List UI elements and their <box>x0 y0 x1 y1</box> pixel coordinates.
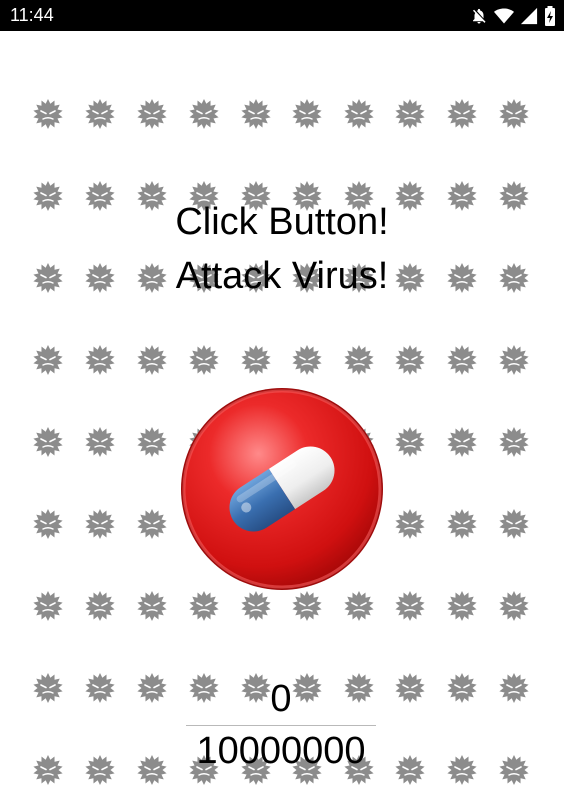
virus-icon <box>343 590 375 622</box>
virus-icon <box>240 590 272 622</box>
virus-icon <box>32 344 64 376</box>
virus-icon <box>136 508 168 540</box>
virus-icon <box>446 98 478 130</box>
virus-icon <box>446 590 478 622</box>
virus-icon <box>240 98 272 130</box>
virus-icon <box>394 590 426 622</box>
status-time: 11:44 <box>10 5 54 25</box>
virus-icon <box>136 98 168 130</box>
virus-icon <box>446 344 478 376</box>
virus-icon <box>343 98 375 130</box>
virus-icon <box>291 590 323 622</box>
virus-icon <box>188 590 220 622</box>
virus-icon <box>84 672 116 704</box>
virus-icon <box>84 590 116 622</box>
virus-icon <box>446 754 478 786</box>
attack-goal: 10000000 <box>196 730 366 772</box>
instructions: Click Button! Attack Virus! <box>0 195 564 303</box>
virus-icon <box>498 754 530 786</box>
wifi-icon <box>494 7 514 25</box>
virus-icon <box>394 672 426 704</box>
virus-icon <box>446 426 478 458</box>
virus-icon <box>498 426 530 458</box>
virus-icon <box>394 754 426 786</box>
virus-icon <box>136 672 168 704</box>
virus-icon <box>136 590 168 622</box>
virus-icon <box>188 98 220 130</box>
attack-virus-button[interactable] <box>178 385 386 593</box>
status-icons <box>470 6 556 26</box>
battery-charging-icon <box>544 6 556 26</box>
notifications-off-icon <box>470 7 488 25</box>
virus-icon <box>291 98 323 130</box>
virus-icon <box>136 344 168 376</box>
virus-icon <box>446 508 478 540</box>
cellular-signal-icon <box>520 7 538 25</box>
virus-icon <box>498 98 530 130</box>
virus-icon <box>498 508 530 540</box>
virus-icon <box>394 98 426 130</box>
virus-icon <box>136 426 168 458</box>
virus-icon <box>136 754 168 786</box>
virus-icon <box>498 672 530 704</box>
virus-icon <box>394 344 426 376</box>
instruction-line-1: Click Button! <box>175 201 389 243</box>
virus-icon <box>32 98 64 130</box>
instruction-line-2: Attack Virus! <box>175 255 389 297</box>
virus-icon <box>240 344 272 376</box>
virus-icon <box>32 754 64 786</box>
game-screen: Click Button! Attack Virus! 0 10000000 <box>0 31 564 796</box>
attack-count: 0 <box>270 678 292 720</box>
virus-icon <box>32 590 64 622</box>
virus-icon <box>343 344 375 376</box>
virus-icon <box>291 344 323 376</box>
virus-icon <box>84 344 116 376</box>
virus-icon <box>84 98 116 130</box>
virus-icon <box>84 508 116 540</box>
attack-counter: 0 10000000 <box>186 675 376 776</box>
virus-icon <box>84 426 116 458</box>
virus-icon <box>394 508 426 540</box>
virus-icon <box>498 344 530 376</box>
virus-icon <box>84 754 116 786</box>
virus-icon <box>394 426 426 458</box>
virus-icon <box>188 344 220 376</box>
status-bar: 11:44 <box>0 0 564 31</box>
virus-icon <box>32 672 64 704</box>
virus-icon <box>32 426 64 458</box>
pill-capsule-icon <box>181 388 383 590</box>
virus-icon <box>446 672 478 704</box>
virus-icon <box>498 590 530 622</box>
virus-icon <box>32 508 64 540</box>
